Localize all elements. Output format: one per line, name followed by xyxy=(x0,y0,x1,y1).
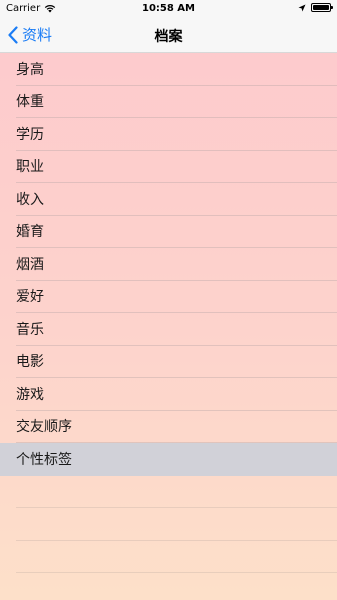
status-right-group xyxy=(298,3,333,12)
status-time: 10:58 AM xyxy=(141,3,195,14)
list-item-label: 学历 xyxy=(16,126,44,143)
empty-row xyxy=(16,573,337,600)
list-item-label: 音乐 xyxy=(16,321,44,338)
profile-list: 身高 体重 学历 职业 收入 婚育 烟酒 爱好 音乐 电影 游戏 交友顺序 个性… xyxy=(0,53,337,600)
list-item-label: 交友顺序 xyxy=(16,419,72,436)
list-item-games[interactable]: 游戏 xyxy=(16,378,337,411)
list-item-dating-order[interactable]: 交友顺序 xyxy=(16,411,337,443)
list-item-label: 身高 xyxy=(16,61,44,78)
list-item-education[interactable]: 学历 xyxy=(16,118,337,151)
list-item-label: 收入 xyxy=(16,191,44,208)
list-item-occupation[interactable]: 职业 xyxy=(16,151,337,183)
page-title: 档案 xyxy=(154,29,183,45)
empty-row xyxy=(16,541,337,573)
list-item-hobbies[interactable]: 爱好 xyxy=(16,281,337,313)
list-item-label: 烟酒 xyxy=(16,256,44,273)
screen: Carrier 10:58 AM 资料 档案 身高 体重 学历 职业 收入 婚育… xyxy=(0,0,337,600)
list-item-label: 职业 xyxy=(16,159,44,176)
status-bar: Carrier 10:58 AM xyxy=(0,0,337,20)
nav-bar: 资料 档案 xyxy=(0,20,337,52)
list-item-marriage[interactable]: 婚育 xyxy=(16,216,337,248)
list-item-label: 体重 xyxy=(16,94,44,111)
list-item-label: 婚育 xyxy=(16,224,44,241)
list-item-label: 电影 xyxy=(16,354,44,371)
battery-icon xyxy=(311,3,333,12)
list-item-label: 个性标签 xyxy=(16,452,72,469)
location-arrow-icon xyxy=(298,4,306,11)
list-item-music[interactable]: 音乐 xyxy=(16,313,337,346)
empty-row xyxy=(16,508,337,541)
list-item-weight[interactable]: 体重 xyxy=(16,86,337,118)
list-item-income[interactable]: 收入 xyxy=(16,183,337,216)
list-item-movies[interactable]: 电影 xyxy=(16,346,337,378)
list-item-label: 游戏 xyxy=(16,386,44,403)
list-item-smoking-drinking[interactable]: 烟酒 xyxy=(16,248,337,281)
list-item-label: 爱好 xyxy=(16,289,44,306)
list-item-personality-tags[interactable]: 个性标签 xyxy=(0,443,337,476)
list-item-height[interactable]: 身高 xyxy=(16,53,337,86)
empty-row xyxy=(16,476,337,508)
